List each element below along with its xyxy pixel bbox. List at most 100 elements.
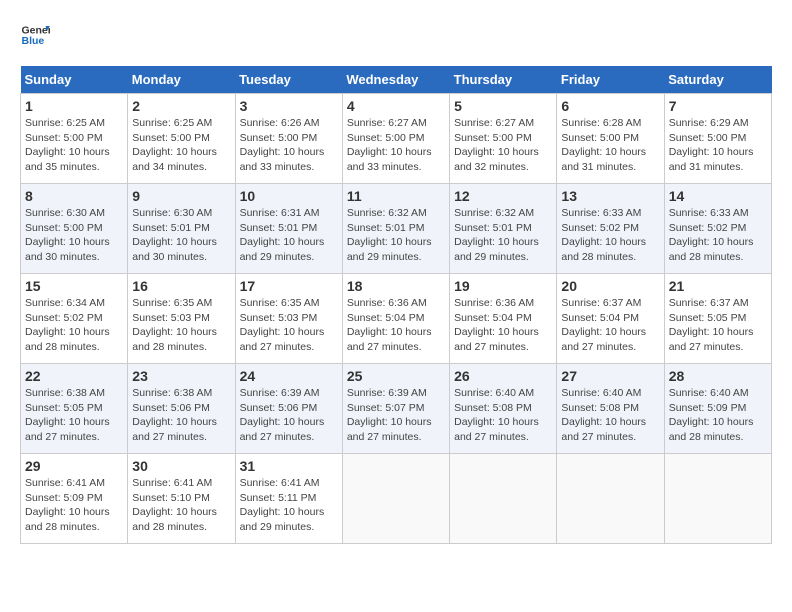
day-number: 31 xyxy=(240,458,338,474)
day-number: 30 xyxy=(132,458,230,474)
day-number: 29 xyxy=(25,458,123,474)
day-cell-29: 29 Sunrise: 6:41 AM Sunset: 5:09 PM Dayl… xyxy=(21,454,128,544)
day-number: 28 xyxy=(669,368,767,384)
day-cell-23: 23 Sunrise: 6:38 AM Sunset: 5:06 PM Dayl… xyxy=(128,364,235,454)
week-row-1: 1 Sunrise: 6:25 AM Sunset: 5:00 PM Dayli… xyxy=(21,94,772,184)
day-cell-11: 11 Sunrise: 6:32 AM Sunset: 5:01 PM Dayl… xyxy=(342,184,449,274)
day-info: Sunrise: 6:37 AM Sunset: 5:04 PM Dayligh… xyxy=(561,296,659,355)
day-cell-14: 14 Sunrise: 6:33 AM Sunset: 5:02 PM Dayl… xyxy=(664,184,771,274)
day-info: Sunrise: 6:31 AM Sunset: 5:01 PM Dayligh… xyxy=(240,206,338,265)
day-cell-31: 31 Sunrise: 6:41 AM Sunset: 5:11 PM Dayl… xyxy=(235,454,342,544)
calendar-table: SundayMondayTuesdayWednesdayThursdayFrid… xyxy=(20,66,772,544)
header-tuesday: Tuesday xyxy=(235,66,342,94)
day-cell-6: 6 Sunrise: 6:28 AM Sunset: 5:00 PM Dayli… xyxy=(557,94,664,184)
day-info: Sunrise: 6:30 AM Sunset: 5:00 PM Dayligh… xyxy=(25,206,123,265)
day-info: Sunrise: 6:40 AM Sunset: 5:09 PM Dayligh… xyxy=(669,386,767,445)
day-cell-8: 8 Sunrise: 6:30 AM Sunset: 5:00 PM Dayli… xyxy=(21,184,128,274)
day-cell-13: 13 Sunrise: 6:33 AM Sunset: 5:02 PM Dayl… xyxy=(557,184,664,274)
day-info: Sunrise: 6:41 AM Sunset: 5:10 PM Dayligh… xyxy=(132,476,230,535)
day-cell-17: 17 Sunrise: 6:35 AM Sunset: 5:03 PM Dayl… xyxy=(235,274,342,364)
empty-cell xyxy=(450,454,557,544)
page-header: General Blue xyxy=(20,20,772,50)
day-cell-19: 19 Sunrise: 6:36 AM Sunset: 5:04 PM Dayl… xyxy=(450,274,557,364)
day-number: 14 xyxy=(669,188,767,204)
empty-cell xyxy=(664,454,771,544)
day-info: Sunrise: 6:32 AM Sunset: 5:01 PM Dayligh… xyxy=(347,206,445,265)
day-cell-5: 5 Sunrise: 6:27 AM Sunset: 5:00 PM Dayli… xyxy=(450,94,557,184)
day-info: Sunrise: 6:35 AM Sunset: 5:03 PM Dayligh… xyxy=(240,296,338,355)
day-info: Sunrise: 6:41 AM Sunset: 5:09 PM Dayligh… xyxy=(25,476,123,535)
week-row-3: 15 Sunrise: 6:34 AM Sunset: 5:02 PM Dayl… xyxy=(21,274,772,364)
day-info: Sunrise: 6:40 AM Sunset: 5:08 PM Dayligh… xyxy=(561,386,659,445)
header-row: SundayMondayTuesdayWednesdayThursdayFrid… xyxy=(21,66,772,94)
day-cell-10: 10 Sunrise: 6:31 AM Sunset: 5:01 PM Dayl… xyxy=(235,184,342,274)
day-info: Sunrise: 6:38 AM Sunset: 5:05 PM Dayligh… xyxy=(25,386,123,445)
day-info: Sunrise: 6:27 AM Sunset: 5:00 PM Dayligh… xyxy=(454,116,552,175)
day-number: 15 xyxy=(25,278,123,294)
day-info: Sunrise: 6:34 AM Sunset: 5:02 PM Dayligh… xyxy=(25,296,123,355)
day-info: Sunrise: 6:40 AM Sunset: 5:08 PM Dayligh… xyxy=(454,386,552,445)
day-number: 23 xyxy=(132,368,230,384)
day-info: Sunrise: 6:38 AM Sunset: 5:06 PM Dayligh… xyxy=(132,386,230,445)
day-info: Sunrise: 6:28 AM Sunset: 5:00 PM Dayligh… xyxy=(561,116,659,175)
day-info: Sunrise: 6:33 AM Sunset: 5:02 PM Dayligh… xyxy=(561,206,659,265)
day-cell-4: 4 Sunrise: 6:27 AM Sunset: 5:00 PM Dayli… xyxy=(342,94,449,184)
day-cell-18: 18 Sunrise: 6:36 AM Sunset: 5:04 PM Dayl… xyxy=(342,274,449,364)
day-cell-26: 26 Sunrise: 6:40 AM Sunset: 5:08 PM Dayl… xyxy=(450,364,557,454)
day-cell-16: 16 Sunrise: 6:35 AM Sunset: 5:03 PM Dayl… xyxy=(128,274,235,364)
day-info: Sunrise: 6:33 AM Sunset: 5:02 PM Dayligh… xyxy=(669,206,767,265)
header-friday: Friday xyxy=(557,66,664,94)
day-number: 17 xyxy=(240,278,338,294)
day-cell-20: 20 Sunrise: 6:37 AM Sunset: 5:04 PM Dayl… xyxy=(557,274,664,364)
day-number: 20 xyxy=(561,278,659,294)
day-number: 19 xyxy=(454,278,552,294)
header-sunday: Sunday xyxy=(21,66,128,94)
day-number: 11 xyxy=(347,188,445,204)
day-number: 6 xyxy=(561,98,659,114)
day-info: Sunrise: 6:27 AM Sunset: 5:00 PM Dayligh… xyxy=(347,116,445,175)
day-cell-30: 30 Sunrise: 6:41 AM Sunset: 5:10 PM Dayl… xyxy=(128,454,235,544)
header-wednesday: Wednesday xyxy=(342,66,449,94)
day-info: Sunrise: 6:25 AM Sunset: 5:00 PM Dayligh… xyxy=(25,116,123,175)
day-number: 27 xyxy=(561,368,659,384)
day-number: 4 xyxy=(347,98,445,114)
day-number: 1 xyxy=(25,98,123,114)
day-cell-25: 25 Sunrise: 6:39 AM Sunset: 5:07 PM Dayl… xyxy=(342,364,449,454)
day-number: 9 xyxy=(132,188,230,204)
day-number: 3 xyxy=(240,98,338,114)
day-cell-3: 3 Sunrise: 6:26 AM Sunset: 5:00 PM Dayli… xyxy=(235,94,342,184)
day-number: 10 xyxy=(240,188,338,204)
week-row-4: 22 Sunrise: 6:38 AM Sunset: 5:05 PM Dayl… xyxy=(21,364,772,454)
day-info: Sunrise: 6:30 AM Sunset: 5:01 PM Dayligh… xyxy=(132,206,230,265)
day-number: 21 xyxy=(669,278,767,294)
day-info: Sunrise: 6:29 AM Sunset: 5:00 PM Dayligh… xyxy=(669,116,767,175)
day-cell-2: 2 Sunrise: 6:25 AM Sunset: 5:00 PM Dayli… xyxy=(128,94,235,184)
day-cell-21: 21 Sunrise: 6:37 AM Sunset: 5:05 PM Dayl… xyxy=(664,274,771,364)
logo-icon: General Blue xyxy=(20,20,50,50)
day-info: Sunrise: 6:39 AM Sunset: 5:07 PM Dayligh… xyxy=(347,386,445,445)
day-number: 13 xyxy=(561,188,659,204)
day-number: 25 xyxy=(347,368,445,384)
day-cell-24: 24 Sunrise: 6:39 AM Sunset: 5:06 PM Dayl… xyxy=(235,364,342,454)
header-thursday: Thursday xyxy=(450,66,557,94)
day-info: Sunrise: 6:25 AM Sunset: 5:00 PM Dayligh… xyxy=(132,116,230,175)
day-number: 12 xyxy=(454,188,552,204)
day-cell-9: 9 Sunrise: 6:30 AM Sunset: 5:01 PM Dayli… xyxy=(128,184,235,274)
day-info: Sunrise: 6:35 AM Sunset: 5:03 PM Dayligh… xyxy=(132,296,230,355)
day-cell-27: 27 Sunrise: 6:40 AM Sunset: 5:08 PM Dayl… xyxy=(557,364,664,454)
day-info: Sunrise: 6:39 AM Sunset: 5:06 PM Dayligh… xyxy=(240,386,338,445)
day-number: 8 xyxy=(25,188,123,204)
day-info: Sunrise: 6:41 AM Sunset: 5:11 PM Dayligh… xyxy=(240,476,338,535)
day-info: Sunrise: 6:36 AM Sunset: 5:04 PM Dayligh… xyxy=(347,296,445,355)
day-number: 16 xyxy=(132,278,230,294)
day-number: 26 xyxy=(454,368,552,384)
header-monday: Monday xyxy=(128,66,235,94)
day-info: Sunrise: 6:32 AM Sunset: 5:01 PM Dayligh… xyxy=(454,206,552,265)
week-row-5: 29 Sunrise: 6:41 AM Sunset: 5:09 PM Dayl… xyxy=(21,454,772,544)
empty-cell xyxy=(557,454,664,544)
header-saturday: Saturday xyxy=(664,66,771,94)
day-cell-22: 22 Sunrise: 6:38 AM Sunset: 5:05 PM Dayl… xyxy=(21,364,128,454)
day-number: 7 xyxy=(669,98,767,114)
day-number: 2 xyxy=(132,98,230,114)
day-info: Sunrise: 6:26 AM Sunset: 5:00 PM Dayligh… xyxy=(240,116,338,175)
